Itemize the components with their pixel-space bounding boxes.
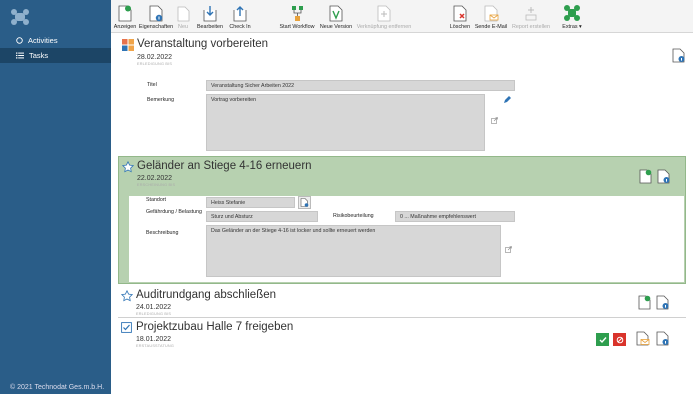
external-link-icon[interactable]	[491, 117, 498, 124]
loeschen-button[interactable]: Löschen	[449, 0, 471, 33]
external-link-icon[interactable]	[505, 246, 512, 253]
field-label-beschreibung: Beschreibung	[146, 230, 179, 236]
report-icon	[525, 7, 537, 21]
field-label-risikobeurteilung: Risikobeurteilung	[333, 213, 374, 219]
task-title: Geländer an Stiege 4-16 erneuern	[137, 160, 312, 172]
task-date: 22.02.2022	[137, 175, 173, 182]
document-info-icon	[300, 198, 309, 207]
sidebar-item-activities[interactable]: Activities	[0, 33, 111, 48]
circle-icon	[16, 37, 23, 44]
neu-button[interactable]: Neu	[176, 0, 190, 33]
task-date-caption: ERLEDIGUNG BIS	[137, 62, 173, 66]
document-info-icon	[656, 331, 668, 345]
start-workflow-button[interactable]: Start Workflow	[277, 0, 317, 33]
field-label-standort: Standort	[146, 197, 167, 203]
sende-email-button[interactable]: Sende E-Mail	[475, 0, 507, 33]
divider	[118, 317, 686, 318]
document-view-icon	[638, 295, 650, 309]
accept-button[interactable]	[596, 333, 609, 346]
send-email-button[interactable]	[636, 331, 650, 345]
star-icon	[122, 161, 134, 173]
document-view-icon	[639, 169, 651, 183]
document-info-icon	[149, 5, 163, 22]
event-icon	[122, 39, 134, 51]
task-date: 18.01.2022	[136, 336, 172, 343]
checkmark-icon	[599, 336, 607, 343]
bemerkung-field[interactable]: Vortrag vorbereiten	[206, 94, 485, 151]
email-icon	[636, 331, 650, 345]
document-info-icon	[657, 169, 669, 183]
bearbeiten-button[interactable]: Bearbeiten	[194, 0, 226, 33]
task-date: 24.01.2022	[136, 304, 172, 311]
task-date: 28.02.2022	[137, 54, 173, 61]
extras-button[interactable]: Extras ▾	[559, 0, 585, 33]
checkbox-checked-icon	[121, 322, 132, 333]
pencil-icon[interactable]	[503, 96, 511, 104]
unlink-icon	[377, 5, 391, 22]
toolbar: Anzeigen Eigenschaften Neu Bearbeiten Ch…	[111, 0, 693, 33]
download-icon	[203, 6, 217, 22]
reject-icon	[616, 336, 623, 343]
task-date-caption: ERLEDIGUNG BIS	[136, 312, 172, 316]
verknuepfung-entfernen-button[interactable]: Verknüpfung entfernen	[357, 0, 411, 33]
upload-icon	[233, 6, 247, 22]
task-date-caption: ERSTAUSSTATUNG	[136, 344, 175, 348]
report-erstellen-button[interactable]: Report erstellen	[509, 0, 553, 33]
view-button[interactable]	[637, 295, 651, 309]
check-in-button[interactable]: Check In	[228, 0, 252, 33]
task-title: Projektzubau Halle 7 freigeben	[136, 321, 294, 333]
list-icon	[16, 52, 24, 59]
person-picker-button[interactable]	[298, 196, 311, 209]
field-label-gefaehrdung: Gefährdung / Belastung	[146, 209, 202, 215]
task-title: Veranstaltung vorbereiten	[137, 38, 269, 50]
risikobeurteilung-field[interactable]: 0 ... Maßnahme empfehlenswert	[395, 211, 515, 222]
logo-icon	[11, 8, 29, 25]
sidebar-item-label: Activities	[28, 36, 58, 45]
view-button[interactable]	[638, 169, 652, 183]
task-date-caption: ERSCHEINUNG BIS	[137, 183, 176, 187]
task-title: Auditrundgang abschließen	[136, 289, 277, 301]
app-logo[interactable]	[0, 0, 111, 33]
standort-field[interactable]: Heiss Stefanie	[206, 197, 295, 208]
properties-button[interactable]	[655, 295, 669, 309]
task-list: Veranstaltung vorbereiten 28.02.2022 ERL…	[111, 33, 693, 394]
titel-field[interactable]: Veranstaltung Sicher Arbeiten 2022	[206, 80, 515, 91]
beschreibung-field[interactable]: Das Geländer an der Stiege 4-16 ist lock…	[206, 225, 501, 277]
delete-icon	[453, 5, 467, 22]
copyright: © 2021 Technodat Ges.m.b.H.	[10, 384, 105, 391]
document-view-icon	[118, 5, 132, 22]
document-info-icon	[672, 48, 684, 62]
workflow-icon	[291, 6, 303, 21]
extras-icon	[564, 5, 580, 21]
neue-version-button[interactable]: Neue Version	[319, 0, 353, 33]
document-new-icon	[177, 6, 189, 22]
gefaehrdung-field[interactable]: Sturz und Absturz	[206, 211, 318, 222]
document-info-icon	[656, 295, 668, 309]
sidebar-item-label: Tasks	[29, 51, 49, 60]
reject-button[interactable]	[613, 333, 626, 346]
eigenschaften-button[interactable]: Eigenschaften	[139, 0, 173, 33]
anzeigen-button[interactable]: Anzeigen	[113, 0, 137, 33]
email-icon	[484, 5, 498, 22]
new-version-icon	[329, 5, 343, 22]
sidebar-item-tasks[interactable]: Tasks	[0, 48, 111, 63]
properties-button[interactable]	[656, 169, 670, 183]
properties-button[interactable]	[671, 48, 685, 62]
field-label-bemerkung: Bemerkung	[147, 97, 175, 103]
properties-button[interactable]	[655, 331, 669, 345]
sidebar: Activities Tasks © 2021 Technodat Ges.m.…	[0, 0, 111, 394]
field-label-titel: Titel	[147, 82, 157, 88]
star-icon	[121, 290, 133, 302]
